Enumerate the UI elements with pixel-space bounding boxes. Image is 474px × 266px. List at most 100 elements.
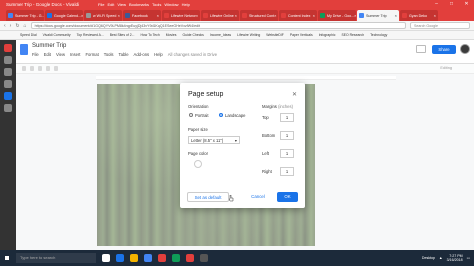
windows-start-button[interactable] (0, 250, 14, 266)
page-color-picker[interactable] (194, 160, 202, 168)
docs-menu-file[interactable]: File (32, 52, 39, 57)
browser-tab[interactable]: Lifewire Online × (201, 10, 239, 21)
forward-arrow-icon[interactable]: › (10, 23, 12, 29)
taskbar-app-icon[interactable] (200, 254, 208, 262)
browser-tab[interactable]: w Wi-Fi Speed × (84, 10, 122, 21)
cancel-button[interactable]: Cancel (246, 192, 270, 202)
paper-size-select[interactable]: Letter (8.5" x 11") ▾ (188, 136, 240, 144)
docs-menu-help[interactable]: Help (154, 52, 163, 57)
menu-view[interactable]: View (117, 2, 126, 7)
avatar[interactable] (460, 44, 470, 54)
taskbar-app-icon[interactable] (158, 254, 166, 262)
docs-menu-view[interactable]: View (56, 52, 65, 57)
reload-icon[interactable]: ↻ (15, 23, 19, 29)
comments-icon[interactable] (416, 45, 426, 53)
taskbar-app-icon[interactable] (116, 254, 124, 262)
ok-button[interactable]: OK (277, 192, 298, 202)
side-panel-icon[interactable] (4, 80, 12, 88)
taskbar-app-icon[interactable] (130, 254, 138, 262)
docs-menu-addons[interactable]: Add-ons (134, 52, 150, 57)
side-panel-icon[interactable] (4, 44, 12, 52)
menu-bookmarks[interactable]: Bookmarks (129, 2, 149, 7)
share-button[interactable]: Share (432, 45, 456, 54)
taskbar-app-icon[interactable] (186, 254, 194, 262)
bookmark-link[interactable]: WebsiteDIF (266, 33, 284, 37)
docs-menu-edit[interactable]: Edit (44, 52, 51, 57)
home-icon[interactable]: ⌂ (24, 23, 27, 29)
bookmark-link[interactable]: Movies (166, 33, 177, 37)
browser-tab[interactable]: Gyan Deko × (400, 10, 438, 21)
bookmark-link[interactable]: SEO Research (341, 33, 364, 37)
taskbar-app-icon[interactable] (144, 254, 152, 262)
document-title[interactable]: Summer Trip (32, 43, 66, 49)
back-arrow-icon[interactable]: ‹ (4, 23, 6, 29)
bookmark-link[interactable]: Technology (370, 33, 387, 37)
margin-left-input[interactable]: 1 (280, 149, 294, 158)
docs-menu-table[interactable]: Table (119, 52, 129, 57)
browser-tab[interactable]: Summer Trip - G...× (6, 10, 44, 21)
margin-bottom-input[interactable]: 1 (280, 131, 294, 140)
portrait-label[interactable]: Portrait (195, 113, 209, 118)
tab-close-icon[interactable]: × (118, 13, 120, 18)
bookmark-link[interactable]: Top Reviewed A... (77, 33, 104, 37)
bookmark-link[interactable]: How To Tech (140, 33, 159, 37)
browser-tab[interactable]: Structured Cont × (240, 10, 278, 21)
tab-favicon-icon (164, 13, 169, 18)
side-panel-icon[interactable] (4, 68, 12, 76)
bookmark-link[interactable]: Lifewire Writing (237, 33, 260, 37)
minimize-button[interactable]: – (429, 0, 444, 8)
desktop-toolbar-label[interactable]: Desktop (422, 256, 435, 260)
url-field[interactable]: https://docs.google.com/document/d/1GQ6Q… (30, 22, 406, 29)
margin-top-input[interactable]: 1 (280, 113, 294, 122)
tab-close-icon[interactable]: × (395, 13, 397, 18)
docs-menu-format[interactable]: Format (85, 52, 98, 57)
close-icon[interactable]: ✕ (292, 91, 297, 98)
browser-tab[interactable]: My Drive - Goo... × (318, 10, 356, 21)
clock[interactable]: 7:27 PM 3/16/2018 (447, 254, 463, 263)
browser-tab[interactable]: Lifewire Networ × (162, 10, 200, 21)
bookmark-link[interactable]: Guide Checks (183, 33, 204, 37)
network-icon[interactable]: ▲ (439, 256, 443, 260)
menu-window[interactable]: Window (164, 2, 178, 7)
bookmark-link[interactable]: Best Sites of 2... (110, 33, 135, 37)
taskbar-app-icon[interactable] (172, 254, 180, 262)
docs-logo-icon[interactable] (20, 44, 28, 55)
bookmark-link[interactable]: Vivaldi Community (43, 33, 71, 37)
bookmark-link[interactable]: Income_Ideas (210, 33, 231, 37)
taskbar-search-field[interactable]: Type here to search (16, 253, 96, 263)
tab-close-icon[interactable]: × (196, 13, 198, 18)
side-panel-icon[interactable] (4, 104, 12, 112)
tab-close-icon[interactable]: × (157, 13, 159, 18)
side-panel-icon[interactable] (4, 92, 12, 100)
landscape-radio[interactable] (219, 113, 223, 117)
margin-right-input[interactable]: 1 (280, 167, 294, 176)
tab-close-icon[interactable]: × (354, 13, 356, 18)
side-panel-icon[interactable] (4, 56, 12, 64)
tab-close-icon[interactable]: × (313, 13, 315, 18)
menu-edit[interactable]: Edit (107, 2, 114, 7)
menu-file[interactable]: File (98, 2, 104, 7)
tab-close-icon[interactable]: × (81, 13, 83, 18)
taskbar-app-icon[interactable] (102, 254, 110, 262)
menu-tools[interactable]: Tools (152, 2, 161, 7)
landscape-label[interactable]: Landscape (225, 113, 246, 118)
portrait-radio[interactable] (189, 113, 193, 117)
menu-help[interactable]: Help (182, 2, 190, 7)
bookmark-link[interactable]: Infographic (319, 33, 336, 37)
set-as-default-button[interactable]: Set as default (187, 192, 229, 202)
bookmark-link[interactable]: Speed Dial (20, 33, 37, 37)
close-window-button[interactable]: ✕ (459, 0, 474, 8)
browser-search-field[interactable]: Search Google (410, 22, 470, 29)
docs-menu-tools[interactable]: Tools (104, 52, 114, 57)
browser-tab[interactable]: Summer Trip × (357, 10, 399, 21)
docs-menu-insert[interactable]: Insert (70, 52, 80, 57)
maximize-button[interactable]: □ (444, 0, 459, 8)
browser-tab[interactable]: Content Index × (279, 10, 317, 21)
tab-close-icon[interactable]: × (235, 13, 237, 18)
browser-tab[interactable]: Google Calend... × (45, 10, 83, 21)
tab-close-icon[interactable]: × (434, 13, 436, 18)
notifications-icon[interactable]: ▭ (467, 256, 470, 260)
browser-tab[interactable]: Facebook × (123, 10, 161, 21)
tab-close-icon[interactable]: × (274, 13, 276, 18)
bookmark-link[interactable]: Paper Verticals (290, 33, 313, 37)
